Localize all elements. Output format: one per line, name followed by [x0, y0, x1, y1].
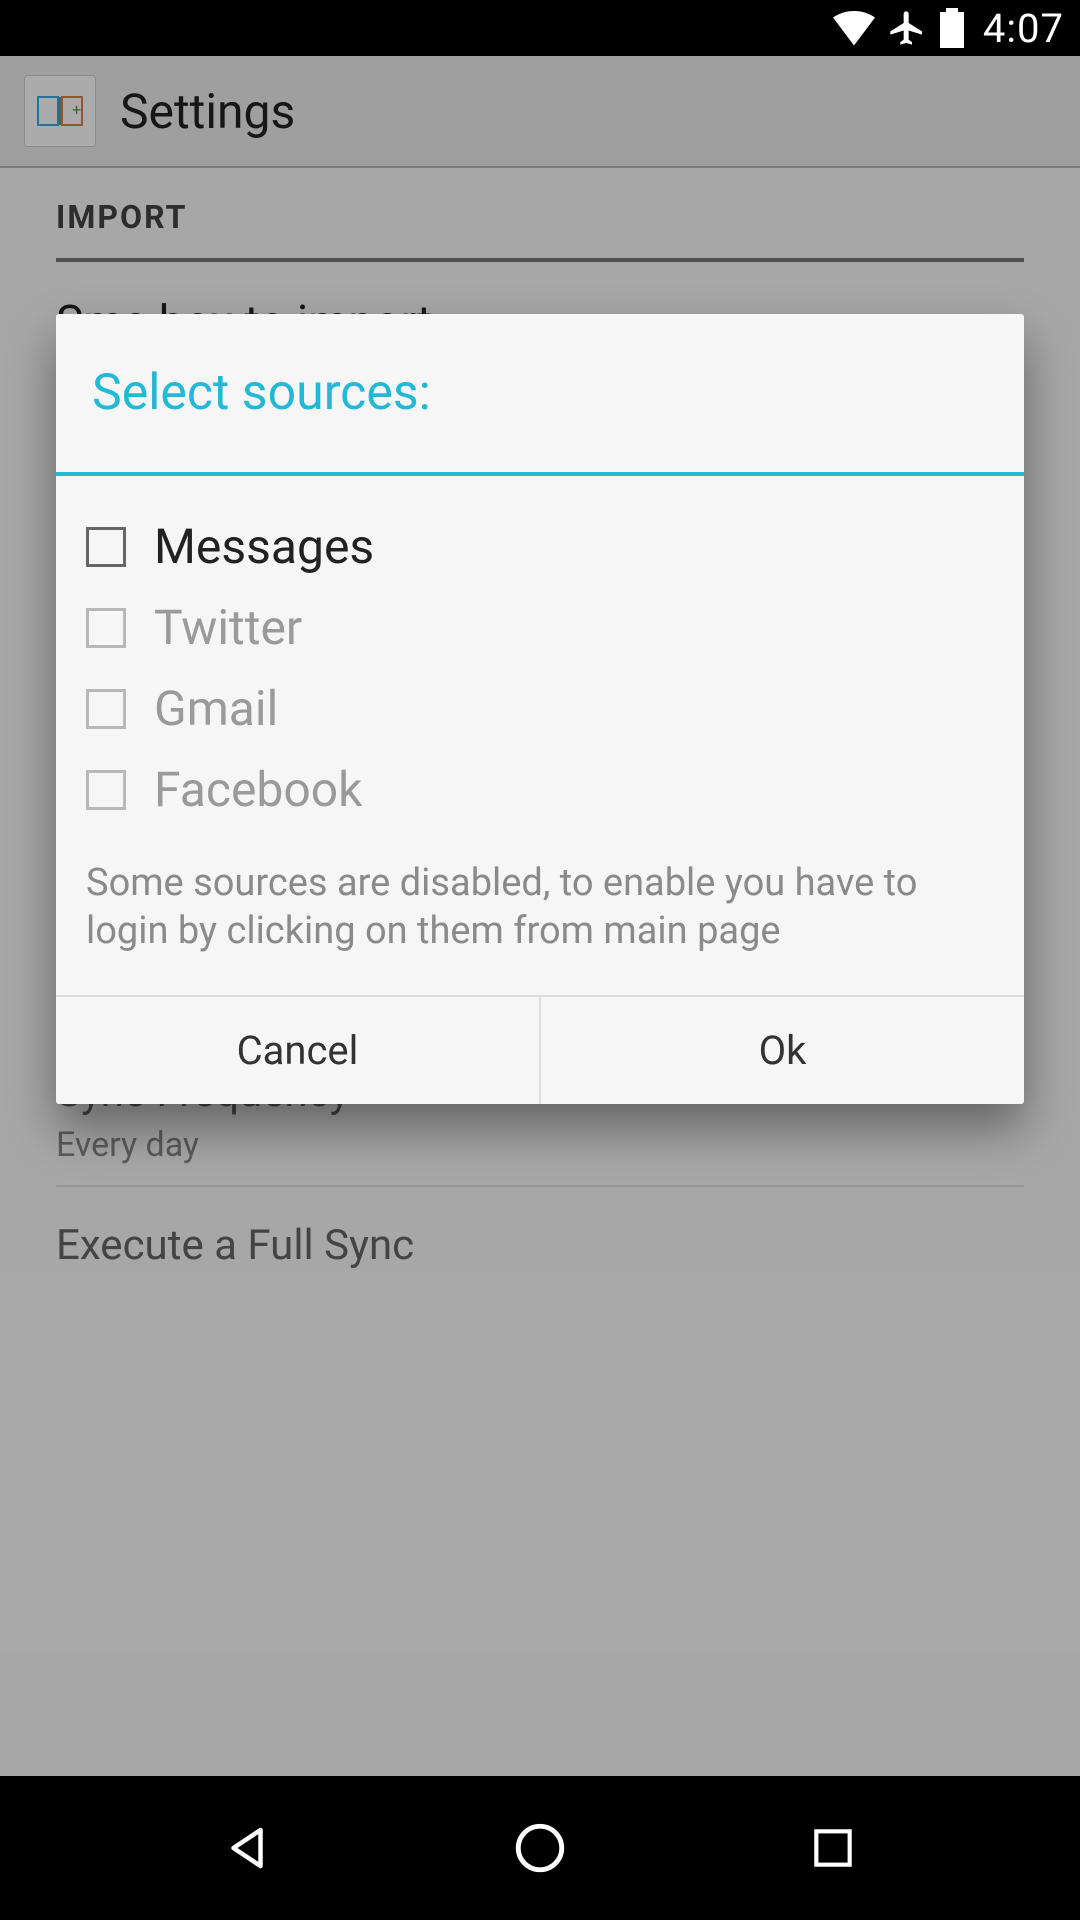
- nav-recent-button[interactable]: [798, 1813, 868, 1883]
- source-option-twitter[interactable]: Twitter: [80, 587, 1000, 668]
- source-label: Twitter: [154, 599, 302, 656]
- checkbox-icon: [86, 770, 126, 810]
- source-option-messages[interactable]: Messages: [80, 506, 1000, 587]
- dialog-note: Some sources are disabled, to enable you…: [80, 830, 1000, 955]
- checkbox-icon: [86, 689, 126, 729]
- ok-button[interactable]: Ok: [539, 997, 1024, 1104]
- source-option-gmail[interactable]: Gmail: [80, 668, 1000, 749]
- source-label: Gmail: [154, 680, 278, 737]
- dialog-title: Select sources:: [56, 314, 1024, 472]
- status-time: 4:07: [983, 5, 1064, 52]
- status-bar: 4:07: [0, 0, 1080, 56]
- source-option-facebook[interactable]: Facebook: [80, 749, 1000, 830]
- source-label: Messages: [154, 518, 374, 575]
- select-sources-dialog: Select sources: Messages Twitter Gmail F…: [56, 314, 1024, 1104]
- battery-icon: [939, 8, 965, 48]
- nav-home-button[interactable]: [505, 1813, 575, 1883]
- checkbox-icon: [86, 608, 126, 648]
- wifi-icon: [833, 10, 875, 46]
- airplane-mode-icon: [887, 8, 927, 48]
- nav-back-button[interactable]: [212, 1813, 282, 1883]
- cancel-button[interactable]: Cancel: [56, 997, 539, 1104]
- source-label: Facebook: [154, 761, 362, 818]
- checkbox-icon: [86, 527, 126, 567]
- navigation-bar: [0, 1776, 1080, 1920]
